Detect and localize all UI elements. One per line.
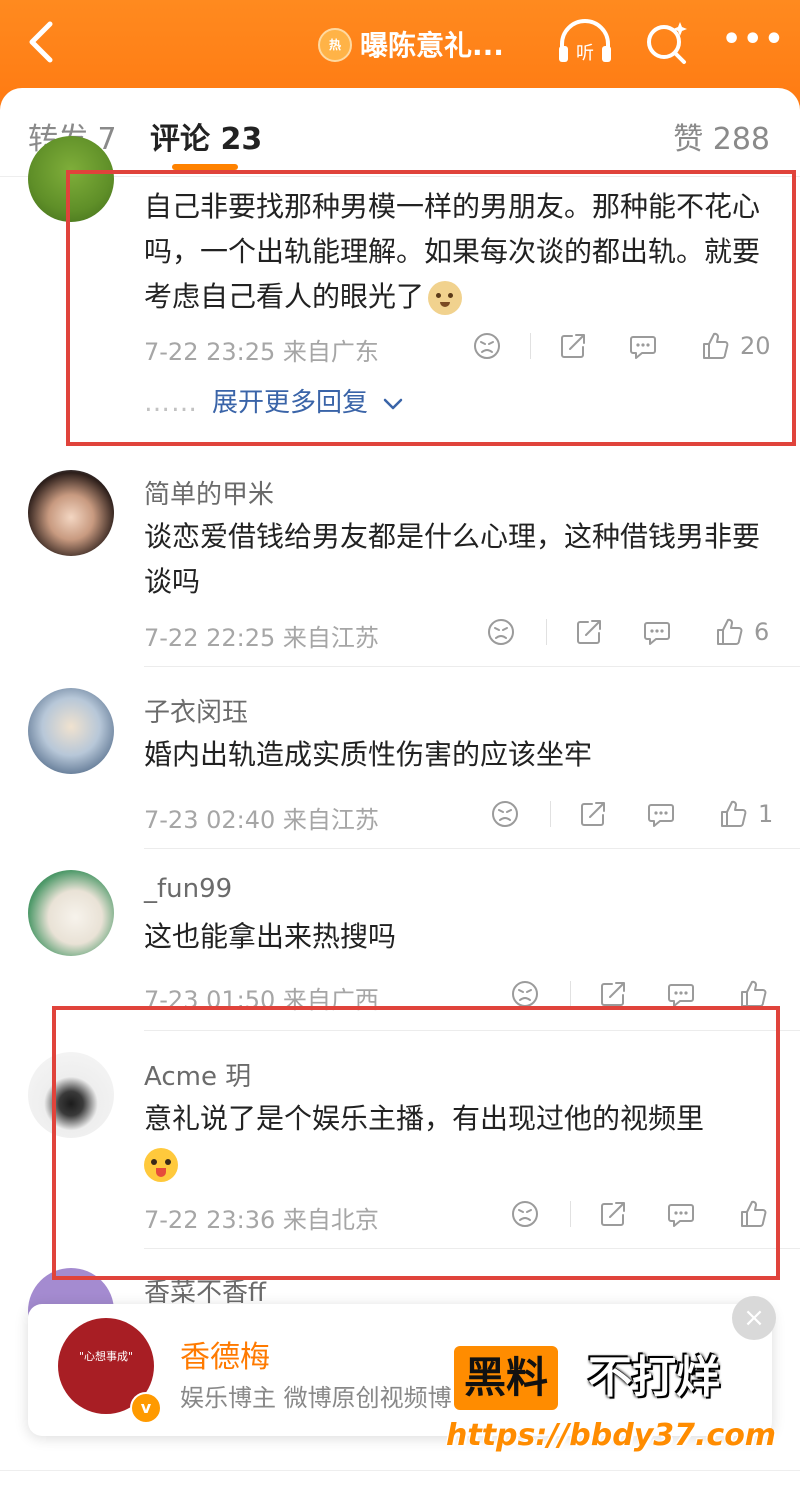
comment-icon (644, 622, 670, 645)
share-button[interactable] (578, 798, 608, 830)
highlight-box (66, 170, 796, 446)
comment-text: 婚内出轨造成实质性伤害的应该坐牢 (144, 738, 593, 771)
dislike-icon (512, 981, 538, 1007)
close-button[interactable]: × (732, 1296, 776, 1340)
avatar[interactable] (28, 688, 114, 774)
highlight-box (52, 1006, 780, 1280)
share-icon (601, 982, 625, 1006)
headphones-icon: 听 (559, 19, 611, 64)
dislike-button[interactable] (486, 616, 516, 648)
like-count: 6 (754, 618, 770, 646)
reply-button[interactable] (646, 798, 676, 830)
tab-comment[interactable]: 评论 23 (150, 114, 262, 158)
topic-title[interactable]: 曝陈意礼... (360, 24, 504, 64)
comment-meta: 7-22 22:25 来自江苏 (144, 624, 379, 652)
more-button[interactable]: ••• (722, 20, 784, 60)
svg-text:听: 听 (576, 43, 594, 64)
comment-username[interactable]: _fun99 (144, 874, 232, 904)
comment-text: 谈恋爱借钱给男友都是什么心理，这种借钱男非要谈吗 (144, 520, 761, 598)
comment-username[interactable]: 子衣闵珏 (144, 692, 248, 729)
watermark-logo: 黑料 不打烊 (454, 1346, 784, 1410)
divider (144, 666, 800, 667)
share-icon (577, 620, 601, 644)
share-icon (581, 802, 605, 826)
verified-badge-icon: v (130, 1392, 162, 1424)
dislike-icon (488, 619, 514, 645)
tab-likes[interactable]: 赞 288 (673, 114, 770, 158)
hot-badge: 热 (318, 28, 352, 62)
like-count: 1 (758, 800, 774, 828)
comment-meta: 7-23 02:40 来自江苏 (144, 806, 379, 834)
reply-button[interactable] (642, 616, 672, 648)
listen-button[interactable]: 听 (556, 18, 614, 66)
comment-text: 这也能拿出来热搜吗 (144, 920, 397, 953)
dislike-button[interactable] (490, 798, 520, 830)
dislike-icon (492, 801, 518, 827)
like-button[interactable]: 1 (718, 798, 773, 830)
chevron-left-icon (29, 21, 53, 63)
thumbs-up-icon (717, 618, 743, 645)
search-button[interactable] (644, 18, 690, 66)
card-description: 娱乐博主 微博原创视频博 (180, 1384, 452, 1412)
search-icon (647, 22, 687, 64)
thumbs-up-icon (721, 800, 747, 827)
divider (144, 848, 800, 849)
avatar[interactable] (28, 470, 114, 556)
comment-username[interactable]: 简单的甲米 (144, 474, 274, 511)
divider (0, 1470, 800, 1471)
watermark-url: https://bbdy37.com (446, 1418, 777, 1453)
thumbs-up-icon (741, 980, 767, 1007)
comment-icon (648, 804, 674, 827)
comment-icon (668, 984, 694, 1007)
divider (550, 801, 551, 827)
divider (546, 619, 547, 645)
avatar[interactable] (28, 870, 114, 956)
share-button[interactable] (574, 616, 604, 648)
like-button[interactable]: 6 (714, 616, 769, 648)
card-username[interactable]: 香德梅 (180, 1332, 270, 1376)
back-button[interactable] (20, 16, 64, 68)
divider (570, 981, 571, 1007)
